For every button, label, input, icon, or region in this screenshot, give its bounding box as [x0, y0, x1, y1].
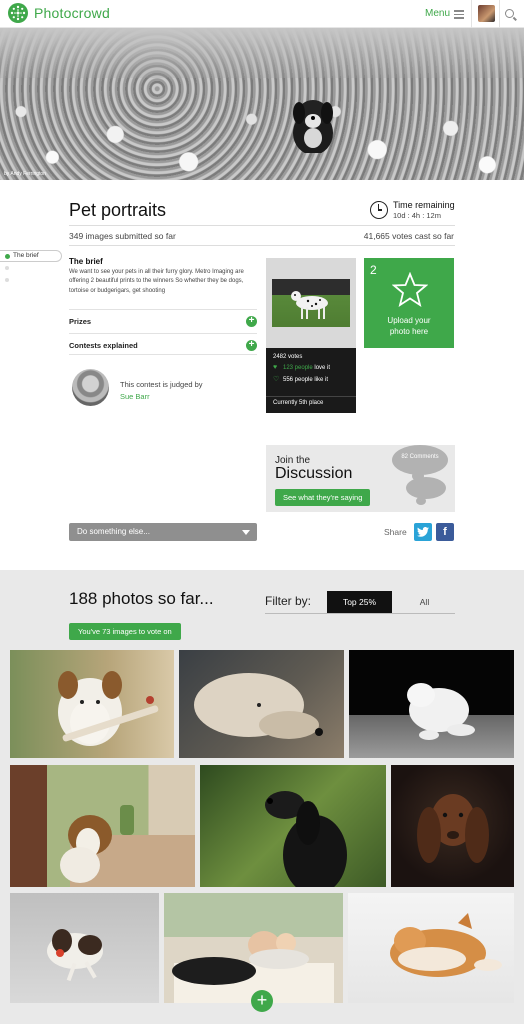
chevron-down-icon — [242, 530, 250, 535]
springer-spaniel-illustration — [47, 929, 103, 982]
judge-avatar[interactable] — [72, 369, 109, 406]
upload-label-line2: photo here — [389, 327, 429, 336]
plus-icon[interactable]: + — [246, 340, 257, 351]
search-icon[interactable] — [505, 9, 514, 18]
clock-icon — [370, 201, 388, 219]
judge-name-link[interactable]: Sue Barr — [120, 392, 150, 401]
upload-label-line1: Upload your — [387, 316, 431, 325]
share-label: Share — [384, 527, 407, 537]
top-bar: Photocrowd Menu — [0, 0, 524, 28]
comment-bubble-icon — [406, 477, 446, 499]
discussion-panel[interactable]: 82 Comments Join the Discussion See what… — [266, 445, 455, 512]
love-count: 123 people — [283, 365, 313, 371]
beagle-illustration — [60, 805, 195, 887]
upload-count: 2 — [370, 263, 377, 277]
photo-tile[interactable] — [348, 893, 514, 1003]
photo-tile[interactable] — [200, 765, 386, 887]
vote-count: 2482 votes — [273, 354, 303, 360]
brown-spaniel-illustration — [417, 794, 489, 863]
love-row: ♥ 123 people love it — [273, 364, 331, 371]
brief-heading: The brief — [69, 257, 103, 266]
photo-tile[interactable] — [10, 893, 159, 1003]
photo-tile[interactable] — [10, 765, 195, 887]
filter-label: Filter by: — [265, 594, 312, 608]
jack-russell-illustration — [58, 671, 159, 746]
leading-photo[interactable] — [272, 279, 350, 327]
judge-intro: This contest is judged by — [120, 380, 203, 389]
plus-icon[interactable]: + — [246, 316, 257, 327]
sidenav-item-3[interactable] — [5, 278, 9, 282]
divider — [499, 0, 500, 28]
accordion-prizes[interactable]: Prizes + — [69, 309, 257, 331]
sidenav-item-brief[interactable]: The brief — [0, 250, 62, 262]
brand-name[interactable]: Photocrowd — [34, 5, 110, 21]
love-suffix: love it — [312, 365, 331, 371]
comment-bubble-tail — [416, 497, 426, 505]
facebook-icon[interactable]: f — [436, 523, 454, 541]
votes-remaining-badge[interactable]: You've 73 images to vote on — [69, 623, 181, 640]
spaniel-illustration — [265, 791, 347, 887]
upload-label: Upload your photo here — [364, 315, 454, 337]
divider — [69, 245, 455, 246]
twitter-icon[interactable] — [414, 523, 432, 541]
time-remaining-label: Time remaining — [393, 200, 455, 210]
upload-photo-button[interactable]: 2 Upload your photo here — [364, 258, 454, 348]
hamburger-icon[interactable] — [454, 10, 464, 19]
photo-tile[interactable] — [164, 893, 343, 1003]
comment-count: 82 Comments — [401, 454, 439, 460]
current-place: Currently 5th place — [266, 396, 356, 409]
photo-tile[interactable] — [349, 650, 514, 758]
divider — [69, 225, 455, 226]
photocrowd-logo-icon[interactable] — [8, 3, 28, 23]
like-count: 556 people like it — [283, 377, 329, 383]
photo-tile[interactable] — [10, 650, 174, 758]
shiba-inu-illustration — [390, 913, 502, 977]
leading-photo-stats: 2482 votes ♥ 123 people love it ♡ 556 peop… — [266, 348, 356, 413]
brief-text: We want to see your pets in all their fu… — [69, 269, 244, 294]
filter-tab-top-25[interactable]: Top 25% — [327, 591, 392, 613]
time-remaining-value: 10d : 4h : 12m — [393, 211, 441, 220]
accordion-label: Prizes — [69, 317, 92, 326]
heart-icon: ♥ — [273, 364, 278, 371]
photo-tile[interactable] — [391, 765, 514, 887]
accordion-contests-explained[interactable]: Contests explained + — [69, 333, 257, 355]
heart-outline-icon: ♡ — [273, 376, 280, 383]
puppy-illustration — [407, 683, 475, 740]
star-icon — [392, 272, 428, 308]
active-dot-icon — [5, 254, 10, 259]
load-more-plus-button[interactable]: + — [251, 990, 273, 1012]
dog-and-child-illustration — [172, 931, 334, 1003]
terrier-illustration — [194, 673, 323, 739]
see-discussion-button[interactable]: See what they're saying — [275, 489, 371, 506]
hero-dog-illustration — [293, 100, 333, 153]
user-avatar[interactable] — [478, 5, 495, 22]
menu-button[interactable]: Menu — [425, 8, 450, 19]
dropdown-label: Do something else... — [77, 527, 150, 536]
sidenav-label: The brief — [13, 252, 39, 259]
hero-image: by Andy Ferrington — [0, 28, 524, 180]
dalmatian-illustration — [291, 291, 328, 319]
photos-count-title: 188 photos so far... — [69, 589, 214, 608]
divider — [471, 0, 472, 28]
contest-title: Pet portraits — [69, 200, 167, 220]
discussion-title: Discussion — [275, 465, 353, 482]
sidenav-item-2[interactable] — [5, 266, 9, 270]
photo-tile[interactable] — [179, 650, 344, 758]
hero-overlay — [0, 28, 524, 78]
accordion-label: Contests explained — [69, 341, 138, 350]
images-submitted: 349 images submitted so far — [69, 231, 176, 241]
actions-dropdown[interactable]: Do something else... — [69, 523, 257, 541]
votes-cast: 41,665 votes cast so far — [363, 231, 454, 241]
like-row: ♡ 556 people like it — [273, 376, 329, 383]
filter-tab-all[interactable]: All — [392, 591, 457, 613]
divider — [265, 613, 455, 614]
photo-credit: by Andy Ferrington — [4, 171, 46, 177]
